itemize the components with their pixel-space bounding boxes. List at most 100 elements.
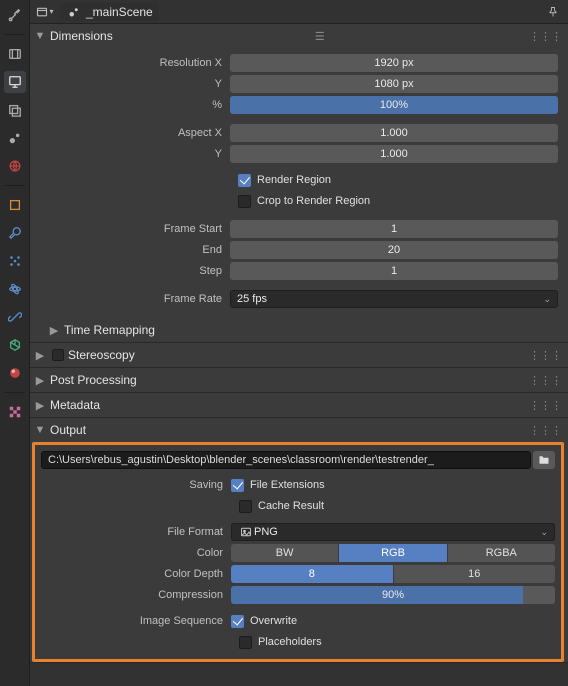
resolution-y-label: Y (40, 78, 230, 90)
output-title: Output (50, 423, 86, 437)
tab-modifier-icon[interactable] (4, 222, 26, 244)
dimensions-panel: ▼ Dimensions ☰ ⋮⋮⋮ Resolution X 1920 px … (30, 24, 568, 343)
tab-texture-icon[interactable] (4, 401, 26, 423)
compression-field[interactable]: 90% (231, 586, 555, 604)
frame-rate-label: Frame Rate (40, 293, 230, 305)
file-extensions-label: File Extensions (250, 479, 325, 491)
dimensions-panel-header[interactable]: ▼ Dimensions ☰ ⋮⋮⋮ (30, 24, 568, 48)
panel-grip-icon[interactable]: ⋮⋮⋮ (529, 424, 562, 437)
color-mode-toggle: BW RGB RGBA (231, 544, 555, 562)
stereoscopy-enable-checkbox[interactable] (52, 349, 64, 361)
resolution-x-label: Resolution X (40, 57, 230, 69)
frame-end-label: End (40, 244, 230, 256)
tab-world-icon[interactable] (4, 155, 26, 177)
browse-button[interactable] (533, 451, 555, 469)
aspect-x-label: Aspect X (40, 127, 230, 139)
panel-grip-icon[interactable]: ⋮⋮⋮ (529, 30, 562, 43)
frame-step-field[interactable]: 1 (230, 262, 558, 280)
stereoscopy-title: Stereoscopy (68, 348, 135, 362)
render-region-label: Render Region (257, 174, 331, 186)
aspect-y-field[interactable]: 1.000 (230, 145, 558, 163)
depth-16-button[interactable]: 16 (394, 565, 556, 583)
dimensions-panel-title: Dimensions (50, 29, 113, 43)
placeholders-label: Placeholders (258, 636, 322, 648)
chevron-right-icon: ▶ (34, 399, 46, 411)
color-bw-button[interactable]: BW (231, 544, 339, 562)
color-depth-label: Color Depth (41, 568, 231, 580)
vertical-tab-strip (0, 0, 30, 686)
resolution-y-field[interactable]: 1080 px (230, 75, 558, 93)
aspect-y-label: Y (40, 148, 230, 160)
frame-end-field[interactable]: 20 (230, 241, 558, 259)
metadata-title: Metadata (50, 398, 100, 412)
panel-grip-icon[interactable]: ⋮⋮⋮ (529, 399, 562, 412)
time-remapping-title: Time Remapping (64, 323, 155, 337)
tab-physics-icon[interactable] (4, 278, 26, 300)
placeholders-checkbox[interactable] (239, 636, 252, 649)
file-format-label: File Format (41, 526, 231, 538)
crop-to-render-region-checkbox[interactable] (238, 195, 251, 208)
metadata-header[interactable]: ▶ Metadata ⋮⋮⋮ (30, 393, 568, 417)
panel-preset-icon[interactable]: ☰ (315, 30, 327, 43)
resolution-percent-label: % (40, 99, 230, 111)
overwrite-label: Overwrite (250, 615, 297, 627)
metadata-panel: ▶ Metadata ⋮⋮⋮ (30, 393, 568, 418)
scene-name: _mainScene (86, 5, 153, 19)
time-remapping-header[interactable]: ▶ Time Remapping (30, 318, 568, 342)
output-header[interactable]: ▼ Output ⋮⋮⋮ (30, 418, 568, 442)
header: ▾ _mainScene (30, 0, 568, 24)
output-highlight: C:\Users\rebus_agustin\Desktop\blender_s… (32, 442, 564, 662)
frame-start-label: Frame Start (40, 223, 230, 235)
file-extensions-checkbox[interactable] (231, 479, 244, 492)
tab-tool-icon[interactable] (4, 4, 26, 26)
chevron-right-icon: ▶ (34, 349, 46, 361)
render-region-checkbox[interactable] (238, 174, 251, 187)
post-processing-panel: ▶ Post Processing ⋮⋮⋮ (30, 368, 568, 393)
cache-result-label: Cache Result (258, 500, 324, 512)
tab-output-icon[interactable] (4, 71, 26, 93)
tab-material-icon[interactable] (4, 362, 26, 384)
chevron-right-icon: ▶ (48, 324, 60, 336)
tab-scene-icon[interactable] (4, 127, 26, 149)
tab-viewlayer-icon[interactable] (4, 99, 26, 121)
tab-mesh-icon[interactable] (4, 334, 26, 356)
chevron-down-icon: ▼ (34, 424, 46, 436)
scene-selector[interactable]: _mainScene (60, 3, 159, 21)
post-processing-title: Post Processing (50, 373, 137, 387)
output-panel: ▼ Output ⋮⋮⋮ C:\Users\rebus_agustin\Desk… (30, 418, 568, 663)
stereoscopy-header[interactable]: ▶ Stereoscopy ⋮⋮⋮ (30, 343, 568, 367)
image-icon (238, 526, 254, 538)
tab-render-icon[interactable] (4, 43, 26, 65)
color-depth-toggle: 8 16 (231, 565, 555, 583)
image-sequence-label: Image Sequence (41, 615, 231, 627)
resolution-x-field[interactable]: 1920 px (230, 54, 558, 72)
frame-start-field[interactable]: 1 (230, 220, 558, 238)
tab-particles-icon[interactable] (4, 250, 26, 272)
post-processing-header[interactable]: ▶ Post Processing ⋮⋮⋮ (30, 368, 568, 392)
saving-label: Saving (41, 479, 231, 491)
tab-object-icon[interactable] (4, 194, 26, 216)
panel-grip-icon[interactable]: ⋮⋮⋮ (529, 374, 562, 387)
editor-type-icon[interactable]: ▾ (36, 3, 54, 21)
output-path-field[interactable]: C:\Users\rebus_agustin\Desktop\blender_s… (41, 451, 531, 469)
crop-to-render-region-label: Crop to Render Region (257, 195, 370, 207)
color-rgba-button[interactable]: RGBA (448, 544, 555, 562)
compression-label: Compression (41, 589, 231, 601)
panel-grip-icon[interactable]: ⋮⋮⋮ (529, 349, 562, 362)
resolution-percent-field[interactable]: 100% (230, 96, 558, 114)
chevron-down-icon: ▼ (34, 30, 46, 42)
color-rgb-button[interactable]: RGB (339, 544, 447, 562)
tab-constraints-icon[interactable] (4, 306, 26, 328)
scene-icon (66, 6, 82, 18)
color-label: Color (41, 547, 231, 559)
cache-result-checkbox[interactable] (239, 500, 252, 513)
depth-8-button[interactable]: 8 (231, 565, 394, 583)
frame-step-label: Step (40, 265, 230, 277)
file-format-select[interactable]: PNG⌄ (231, 523, 555, 541)
frame-rate-select[interactable]: 25 fps⌄ (230, 290, 558, 308)
chevron-right-icon: ▶ (34, 374, 46, 386)
pin-icon[interactable] (544, 3, 562, 21)
aspect-x-field[interactable]: 1.000 (230, 124, 558, 142)
stereoscopy-panel: ▶ Stereoscopy ⋮⋮⋮ (30, 343, 568, 368)
overwrite-checkbox[interactable] (231, 615, 244, 628)
